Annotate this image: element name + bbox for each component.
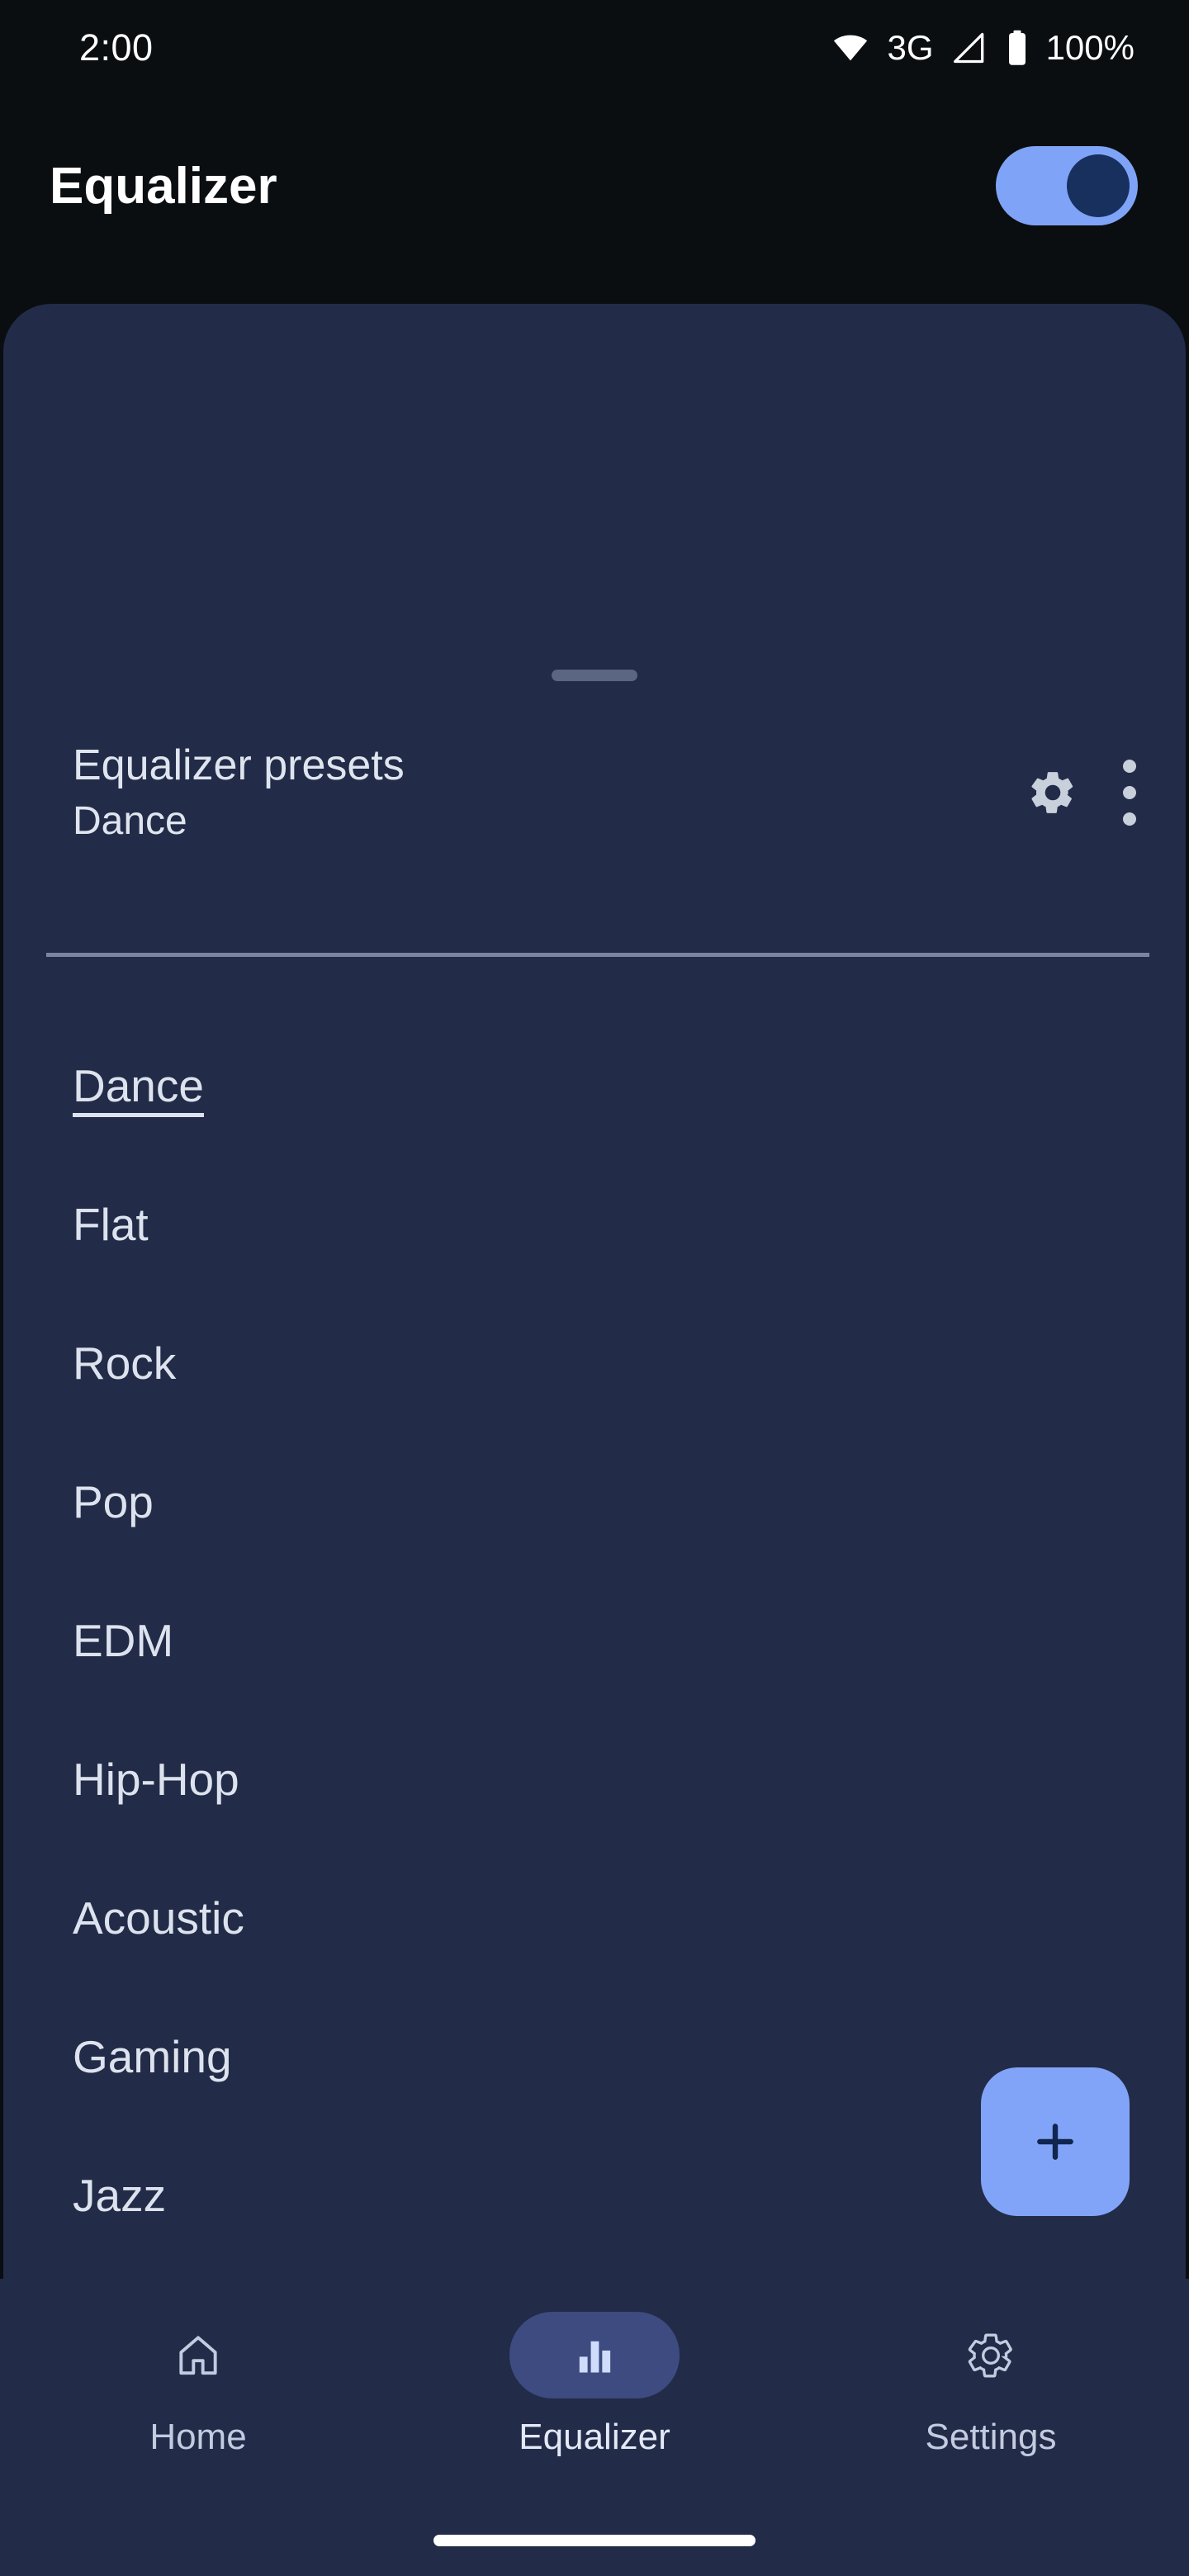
bottom-navigation-bar: Home Equalizer Settings — [0, 2279, 1189, 2576]
preset-label: Acoustic — [73, 1892, 244, 1944]
nav-label: Equalizer — [519, 2417, 670, 2457]
sheet-header-actions — [1027, 741, 1136, 831]
preset-item-rock[interactable]: Rock — [3, 1295, 1186, 1434]
sheet-header: Equalizer presets Dance — [73, 741, 1136, 849]
gear-icon[interactable] — [1027, 767, 1078, 818]
nav-item-home[interactable]: Home — [62, 2312, 334, 2458]
app-bar: Equalizer — [0, 124, 1189, 248]
page-title: Equalizer — [50, 157, 277, 215]
add-preset-button[interactable] — [981, 2067, 1130, 2216]
nav-pill-home — [113, 2312, 283, 2398]
sheet-divider — [46, 953, 1149, 957]
preset-item-pop[interactable]: Pop — [3, 1434, 1186, 1573]
signal-icon — [952, 30, 988, 66]
equalizer-icon — [579, 2341, 611, 2373]
phone-screen: 2:00 3G 100% Equalizer Equalizer presets — [0, 0, 1189, 2576]
home-icon — [179, 2335, 217, 2375]
preset-label: Pop — [73, 1475, 154, 1527]
plus-icon — [1037, 2124, 1073, 2160]
status-time: 2:00 — [79, 26, 154, 69]
nav-label: Home — [149, 2417, 247, 2457]
sheet-subtitle-current-preset: Dance — [73, 799, 187, 844]
preset-label: Dance — [73, 1059, 204, 1111]
kebab-dot — [1123, 760, 1136, 773]
preset-label: Flat — [73, 1198, 149, 1250]
kebab-dot — [1123, 812, 1136, 826]
preset-item-dance[interactable]: Dance — [3, 1018, 1186, 1157]
preset-label: Rock — [73, 1337, 177, 1389]
toggle-knob — [1067, 154, 1130, 217]
preset-item-edm[interactable]: EDM — [3, 1573, 1186, 1712]
preset-label: Gaming — [73, 2030, 232, 2082]
gear-icon — [968, 2332, 1012, 2378]
status-indicators: 3G 100% — [831, 28, 1135, 68]
sheet-title-group: Equalizer presets Dance — [73, 741, 405, 844]
kebab-menu-icon[interactable] — [1123, 755, 1136, 831]
preset-item-acoustic[interactable]: Acoustic — [3, 1850, 1186, 1989]
sheet-title: Equalizer presets — [73, 741, 405, 789]
nav-item-settings[interactable]: Settings — [855, 2312, 1127, 2458]
status-bar: 2:00 3G 100% — [0, 0, 1189, 96]
nav-label: Settings — [925, 2417, 1057, 2457]
battery-percent-label: 100% — [1045, 28, 1135, 67]
preset-label: Jazz — [73, 2169, 167, 2221]
nav-pill-equalizer — [509, 2312, 680, 2398]
presets-bottom-sheet: Equalizer presets Dance Dance Flat Rock … — [3, 304, 1186, 2576]
network-type-label: 3G — [887, 28, 934, 67]
gesture-navigation-bar[interactable] — [433, 2535, 756, 2546]
equalizer-enable-toggle[interactable] — [996, 146, 1138, 225]
wifi-icon — [831, 29, 869, 67]
sheet-drag-handle[interactable] — [552, 670, 637, 681]
preset-item-flat[interactable]: Flat — [3, 1157, 1186, 1295]
nav-item-equalizer[interactable]: Equalizer — [458, 2312, 731, 2458]
kebab-dot — [1123, 786, 1136, 799]
preset-label: EDM — [73, 1614, 174, 1666]
battery-icon — [1007, 30, 1028, 66]
nav-pill-settings — [906, 2312, 1076, 2398]
preset-item-hip-hop[interactable]: Hip-Hop — [3, 1712, 1186, 1850]
preset-label: Hip-Hop — [73, 1753, 239, 1805]
